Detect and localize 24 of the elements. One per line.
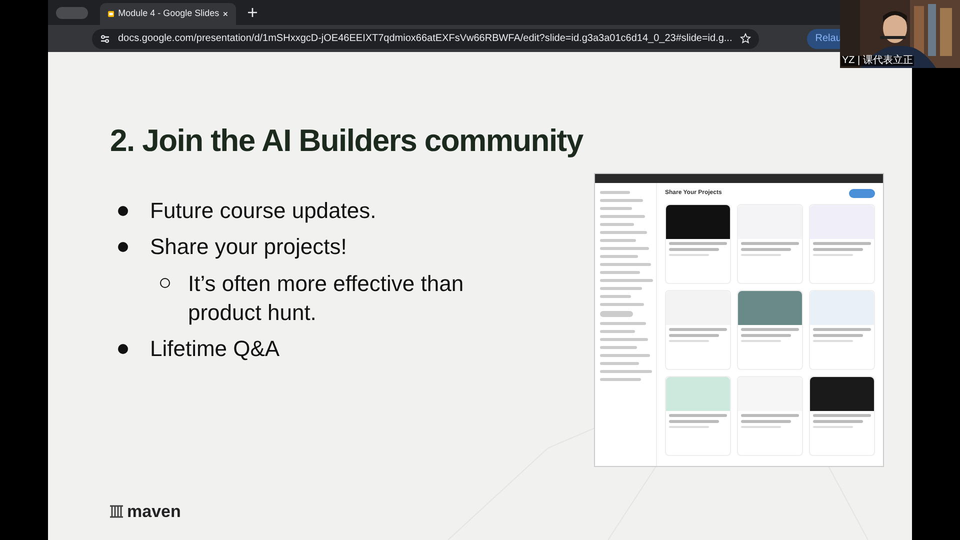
bullet-icon [118,344,128,354]
maven-logo: maven [127,503,181,520]
new-post-button[interactable] [849,188,875,198]
tab-group-pill[interactable] [56,6,88,18]
maven-logo-icon [110,505,123,518]
project-card[interactable] [809,376,875,456]
browser-tab[interactable]: Module 4 - Google Slides [100,3,236,25]
project-card[interactable] [665,204,731,284]
bullet-icon [160,278,170,288]
new-tab-icon[interactable] [248,8,257,17]
bullet-text: Future course updates. [150,196,376,224]
webcam-caption: YZ | 课代表立正 [841,56,914,66]
site-settings-icon[interactable] [100,34,110,44]
bullet-text: It’s often more effective than product hunt. [188,270,465,326]
slide-title: 2. Join the AI Builders community [110,122,583,160]
bullet-icon [118,206,128,216]
bullet-text: Lifetime Q&A [150,334,280,362]
close-icon[interactable] [223,10,228,18]
bullet-icon [118,242,128,252]
address-bar[interactable]: docs.google.com/presentation/d/1mSHxxgcD-jOE46EEIXT7qdmiox66atEXFsVw66RBWFA/edit?slide=id.g3a3a01c6d14_0_23#slide=id.g... [92,28,760,48]
slides-icon [108,9,114,19]
bullet-text: Share your projects! [150,232,347,260]
relaunch-button[interactable]: Relau [807,28,842,48]
star-icon[interactable] [740,33,752,44]
